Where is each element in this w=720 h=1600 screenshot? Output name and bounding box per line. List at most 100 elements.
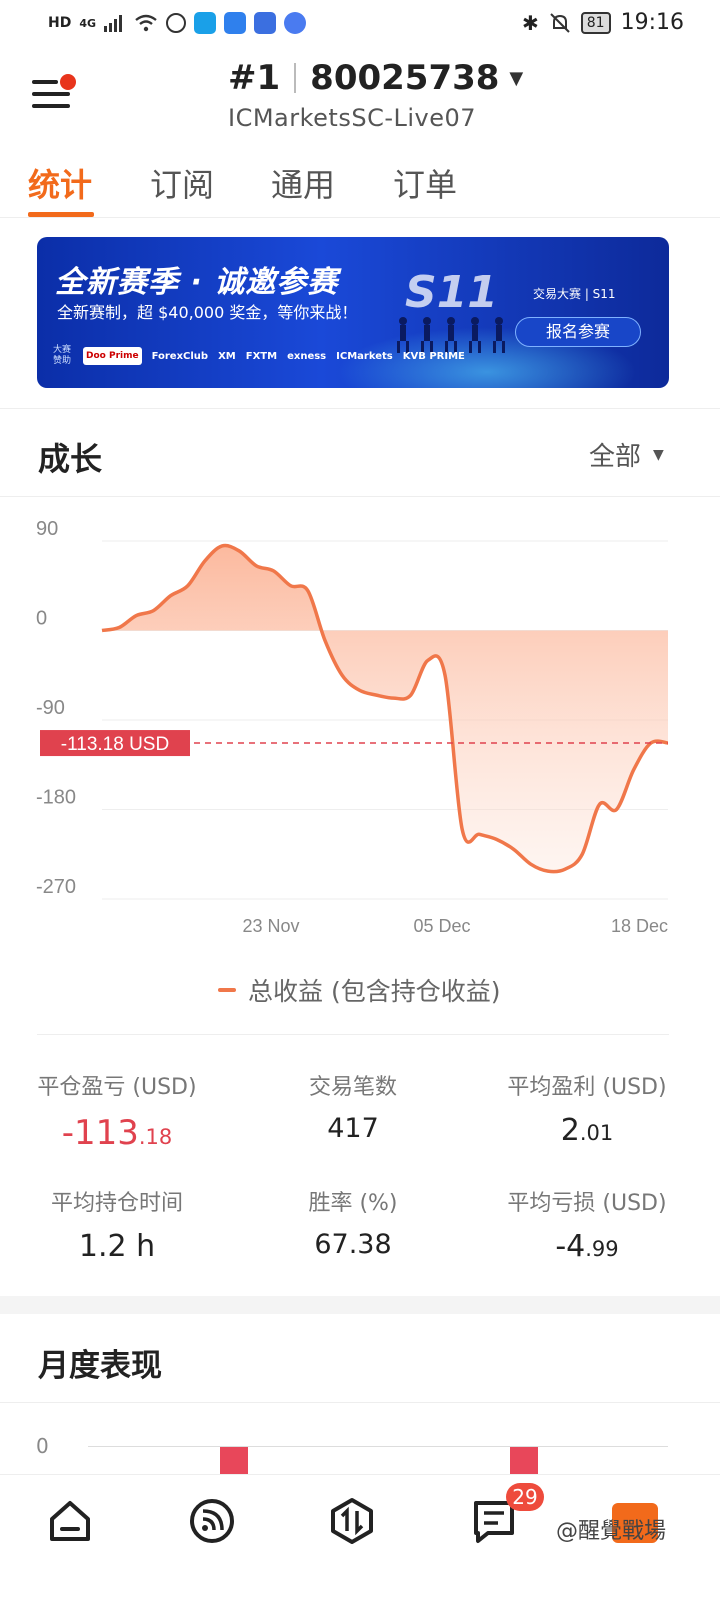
stat-label: 胜率 (%) [308, 1191, 398, 1216]
status-left-icons: HD 4G [48, 12, 307, 34]
range-selector[interactable]: 全部 ▼ [589, 436, 664, 473]
stat-value: 67.38 [314, 1229, 392, 1260]
home-icon[interactable] [46, 1497, 94, 1545]
stat-value: -4.99 [555, 1229, 619, 1264]
signal-icon [104, 15, 123, 32]
sponsor-logo: XM [218, 350, 236, 362]
active-tab-indicator [28, 212, 94, 217]
stats-grid: 平仓盈亏 (USD) -113.18 交易笔数 417 平均盈利 (USD) 2… [37, 1034, 669, 1264]
banner-brand: 交易大赛 | S11 [533, 287, 616, 301]
monthly-title: 月度表现 [38, 1348, 162, 1384]
x-tick-label: 05 Dec [413, 916, 470, 936]
stat-win-rate: 胜率 (%) 67.38 [243, 1185, 463, 1260]
growth-title: 成长 [38, 440, 103, 478]
growth-chart-svg: 90 0 -90 -180 -270 23 Nov 05 Dec 18 Dec -113.1… [36, 518, 669, 936]
tab-bar: 统计 订阅 通用 订单 [0, 156, 720, 218]
sponsor-logo: KVB PRIME [402, 350, 465, 362]
x-tick-label: 18 Dec [611, 916, 668, 936]
signals-icon[interactable] [188, 1497, 236, 1545]
stat-value: 2.01 [560, 1113, 614, 1148]
sponsor-label: 大赛赞助 [53, 345, 72, 366]
status-right-icons: ✱ 81 19:16 [522, 10, 684, 35]
menu-icon-line [32, 104, 70, 108]
x-tick-label: 23 Nov [242, 916, 299, 936]
account-number: 80025738 [310, 58, 500, 98]
sponsor-logos: Doo Prime ForexClub XM FXTM exness ICMar… [83, 347, 465, 365]
tab-statistics[interactable]: 统计 [28, 160, 92, 206]
app-notification-icon [166, 13, 187, 33]
wifi-icon [135, 14, 157, 32]
clock: 19:16 [620, 10, 684, 35]
music-app-icon [284, 12, 307, 34]
y-tick-label: -270 [36, 876, 76, 898]
monthly-baseline [88, 1446, 668, 1447]
monthly-zero-label: 0 [36, 1434, 49, 1458]
chevron-down-icon: ▼ [509, 67, 524, 89]
sponsor-logo: exness [287, 350, 327, 362]
register-button[interactable]: 报名参赛 [515, 317, 641, 347]
menu-button[interactable] [32, 74, 76, 114]
messages-badge: 29 [506, 1483, 544, 1511]
y-tick-label: -90 [36, 697, 65, 719]
y-tick-label: -180 [36, 787, 76, 809]
stat-label: 平均盈利 (USD) [507, 1075, 667, 1100]
battery-indicator: 81 [580, 11, 611, 34]
tab-general[interactable]: 通用 [271, 160, 335, 206]
sponsor-logo: Doo Prime [83, 347, 142, 365]
tab-subscribe[interactable]: 订阅 [150, 160, 214, 206]
bluetooth-icon: ✱ [522, 10, 539, 35]
chevron-down-icon: ▼ [653, 446, 664, 463]
stat-value: 1.2 h [78, 1229, 156, 1264]
account-divider [294, 63, 297, 93]
stat-label: 平仓盈亏 (USD) [37, 1075, 197, 1100]
hd-label: HD [48, 15, 72, 31]
bottom-nav: 29 @醒覺戰場 [0, 1474, 720, 1600]
stat-trade-count: 交易笔数 417 [243, 1069, 463, 1144]
account-rank: #1 [228, 58, 281, 98]
notification-dot [60, 74, 76, 90]
y-tick-label: 90 [36, 518, 58, 540]
growth-chart: 90 0 -90 -180 -270 23 Nov 05 Dec 18 Dec -113.1… [0, 497, 720, 957]
banner-season: S11 [405, 267, 498, 318]
stat-avg-loss: 平均亏损 (USD) -4.99 [477, 1185, 697, 1264]
sponsor-logo: ICMarkets [336, 350, 393, 362]
status-bar: HD 4G ✱ 81 19:16 [0, 0, 720, 48]
section-gap [0, 1296, 720, 1314]
stat-closed-pnl: 平仓盈亏 (USD) -113.18 [7, 1069, 227, 1153]
chart-legend: 总收益 (包含持仓收益) [218, 972, 500, 1008]
legend-label: 总收益 (包含持仓收益) [248, 977, 501, 1006]
sponsor-logo: FXTM [245, 350, 278, 362]
tab-orders[interactable]: 订单 [393, 160, 457, 206]
stat-value: -113.18 [61, 1113, 173, 1153]
watermark: @醒覺戰場 [556, 1519, 667, 1544]
range-label: 全部 [589, 442, 642, 472]
section-divider [0, 1402, 720, 1403]
stat-avg-hold-time: 平均持仓时间 1.2 h [7, 1185, 227, 1264]
account-selector[interactable]: #1 80025738 ▼ [228, 58, 523, 98]
legend-swatch [218, 988, 236, 992]
menu-icon-line [32, 92, 70, 96]
promo-banner[interactable]: 全新赛季 · 诚邀参赛 全新赛制，超 $40,000 奖金，等你来战！ S11 … [37, 237, 669, 388]
server-name: ICMarketsSC-Live07 [228, 104, 477, 132]
monthly-bar [510, 1447, 538, 1475]
stat-value: 417 [327, 1113, 379, 1144]
monthly-bar [220, 1447, 248, 1475]
current-value-label: -113.18 USD [61, 734, 169, 755]
trade-icon[interactable] [328, 1497, 376, 1545]
growth-area [102, 545, 668, 872]
book-app-icon [194, 12, 217, 34]
stat-avg-profit: 平均盈利 (USD) 2.01 [477, 1069, 697, 1148]
mute-bell-icon [550, 12, 570, 33]
menu-icon-line [32, 80, 58, 84]
sponsor-logo: ForexClub [151, 350, 209, 362]
stat-label: 交易笔数 [308, 1075, 397, 1100]
browser-app-icon [254, 12, 277, 34]
banner-title: 全新赛季 · 诚邀参赛 [55, 265, 339, 300]
cloud-app-icon [224, 12, 247, 34]
banner-subtitle: 全新赛制，超 $40,000 奖金，等你来战！ [57, 303, 358, 322]
section-divider [0, 408, 720, 409]
stat-label: 平均亏损 (USD) [507, 1191, 667, 1216]
y-tick-label: 0 [36, 608, 47, 630]
signal-label: 4G [79, 16, 97, 30]
stat-label: 平均持仓时间 [50, 1191, 183, 1216]
